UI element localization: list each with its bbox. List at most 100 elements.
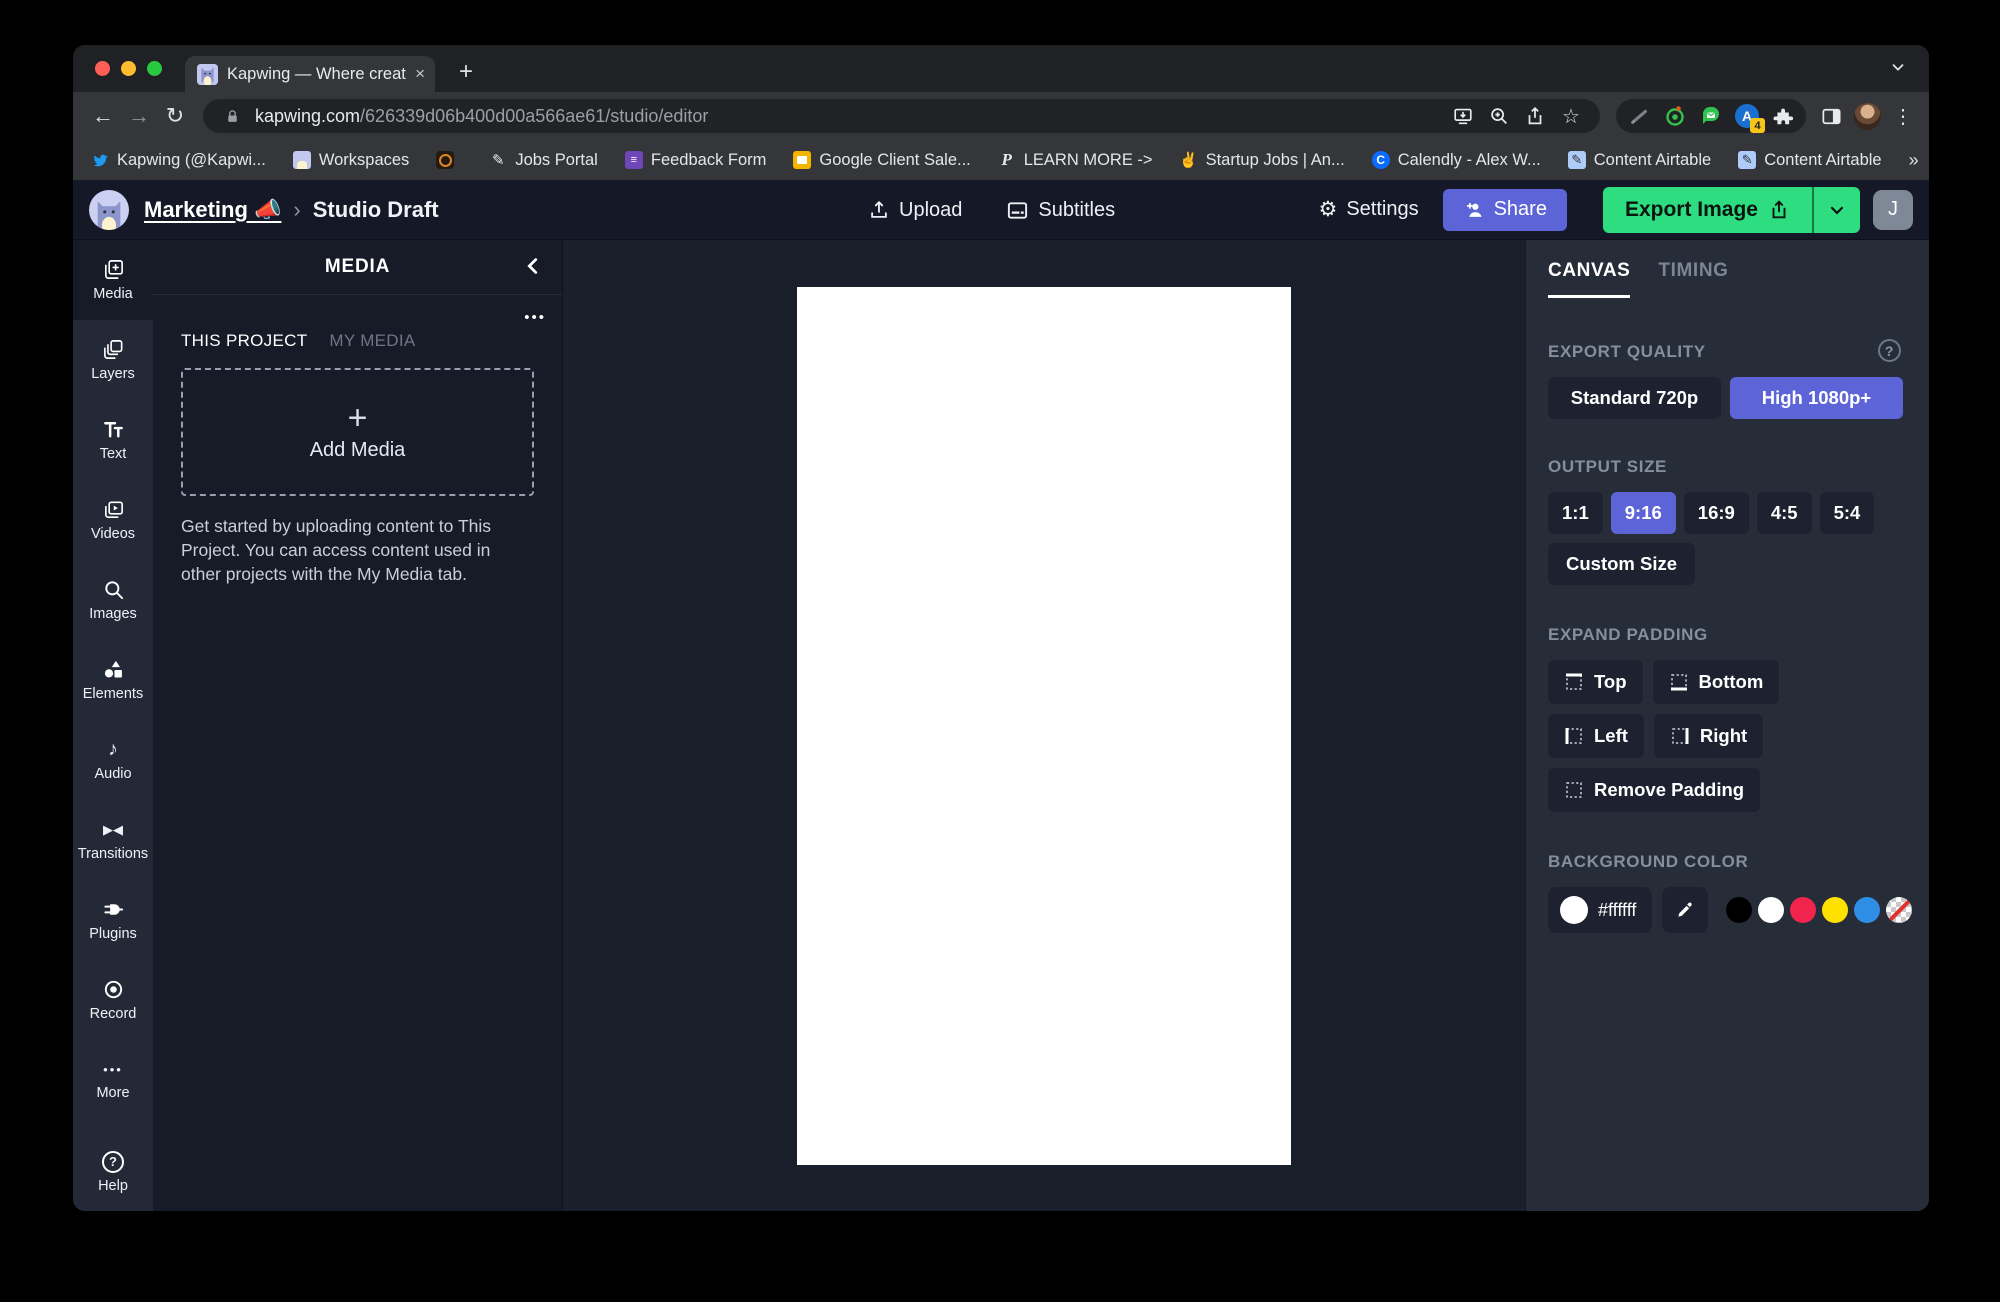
settings-button[interactable]: ⚙ Settings bbox=[1318, 197, 1418, 222]
padding-bottom-button[interactable]: Bottom bbox=[1653, 660, 1780, 704]
padding-left-label: Left bbox=[1594, 725, 1628, 747]
breadcrumb-workspace-link[interactable]: Marketing 📣 bbox=[144, 197, 281, 223]
sidebar-item-elements[interactable]: Elements bbox=[73, 640, 153, 720]
bookmark-item[interactable]: Workspaces bbox=[293, 151, 409, 170]
url-path: /626339d06b400d00a566ae61/studio/editor bbox=[360, 106, 708, 126]
bookmark-item[interactable]: Kapwing (@Kapwi... bbox=[91, 151, 266, 170]
kapwing-logo[interactable] bbox=[89, 190, 129, 230]
color-hex-button[interactable]: #ffffff bbox=[1548, 887, 1652, 933]
ratio-5-4-button[interactable]: 5:4 bbox=[1820, 492, 1875, 534]
sidebar-item-record[interactable]: Record bbox=[73, 960, 153, 1040]
sidebar-item-label: Audio bbox=[94, 766, 131, 782]
collapse-panel-icon[interactable] bbox=[522, 255, 544, 282]
share-page-icon[interactable] bbox=[1522, 103, 1548, 129]
bookmark-label: LEARN MORE -> bbox=[1024, 151, 1153, 170]
quality-standard-button[interactable]: Standard 720p bbox=[1548, 377, 1721, 419]
output-size-label: OUTPUT SIZE bbox=[1548, 457, 1903, 477]
forward-icon[interactable]: → bbox=[123, 100, 155, 132]
zoom-page-icon[interactable] bbox=[1486, 103, 1512, 129]
bookmarks-overflow-icon[interactable]: » bbox=[1909, 150, 1919, 171]
bookmark-item[interactable]: Google Client Sale... bbox=[793, 151, 970, 170]
pencil-extension-icon[interactable] bbox=[1626, 103, 1652, 129]
bookmark-label: Workspaces bbox=[319, 151, 409, 170]
sidebar-item-media[interactable]: Media bbox=[73, 240, 153, 320]
swatch-black[interactable] bbox=[1726, 897, 1752, 923]
canvas[interactable] bbox=[797, 287, 1291, 1165]
extensions-group: A 4 bbox=[1616, 99, 1806, 133]
bookmark-item[interactable]: ≡ Feedback Form bbox=[625, 151, 767, 170]
address-bar[interactable]: kapwing.com/626339d06b400d00a566ae61/stu… bbox=[203, 99, 1600, 133]
media-options-icon[interactable]: ••• bbox=[524, 309, 546, 326]
tab-this-project[interactable]: THIS PROJECT bbox=[181, 331, 307, 351]
ratio-9-16-button[interactable]: 9:16 bbox=[1611, 492, 1676, 534]
a-extension-icon[interactable]: A 4 bbox=[1734, 103, 1760, 129]
quality-help-icon[interactable]: ? bbox=[1878, 339, 1901, 362]
padding-left-button[interactable]: Left bbox=[1548, 714, 1644, 758]
tab-search-chevron-icon[interactable] bbox=[1889, 58, 1907, 81]
breadcrumb-project-title[interactable]: Studio Draft bbox=[313, 197, 439, 223]
sidebar-item-videos[interactable]: Videos bbox=[73, 480, 153, 560]
minimize-window-button[interactable] bbox=[121, 61, 136, 76]
subtitles-label: Subtitles bbox=[1038, 199, 1115, 222]
sidebar-item-layers[interactable]: Layers bbox=[73, 320, 153, 400]
sidebar-item-plugins[interactable]: Plugins bbox=[73, 880, 153, 960]
add-media-dropzone[interactable]: + Add Media bbox=[181, 368, 534, 496]
desktop: Kapwing — Where creators brin × + ← → ↻ … bbox=[0, 0, 2000, 1302]
sidebar-item-label: Plugins bbox=[89, 926, 137, 942]
reload-icon[interactable]: ↻ bbox=[159, 100, 191, 132]
padding-right-button[interactable]: Right bbox=[1654, 714, 1763, 758]
target-extension-icon[interactable] bbox=[1662, 103, 1688, 129]
swatch-white[interactable] bbox=[1758, 897, 1784, 923]
install-app-icon[interactable] bbox=[1450, 103, 1476, 129]
fullscreen-window-button[interactable] bbox=[147, 61, 162, 76]
bookmark-item[interactable]: C Calendly - Alex W... bbox=[1372, 151, 1541, 170]
tab-my-media[interactable]: MY MEDIA bbox=[329, 331, 415, 351]
padding-top-button[interactable]: Top bbox=[1548, 660, 1643, 704]
user-avatar[interactable]: J bbox=[1873, 190, 1913, 230]
browser-tab[interactable]: Kapwing — Where creators brin × bbox=[185, 56, 435, 92]
sidebar-item-images[interactable]: Images bbox=[73, 560, 153, 640]
sidebar-item-help[interactable]: ? Help bbox=[73, 1133, 153, 1211]
subtitles-button[interactable]: Subtitles bbox=[1006, 199, 1115, 222]
bookmark-star-icon[interactable]: ☆ bbox=[1558, 103, 1584, 129]
chat-extension-icon[interactable] bbox=[1698, 103, 1724, 129]
bookmark-item[interactable]: ✎ Content Airtable bbox=[1568, 151, 1711, 170]
ratio-4-5-button[interactable]: 4:5 bbox=[1757, 492, 1812, 534]
swatch-blue[interactable] bbox=[1854, 897, 1880, 923]
media-panel-description: Get started by uploading content to This… bbox=[181, 514, 534, 586]
puzzle-extensions-icon[interactable] bbox=[1770, 103, 1796, 129]
close-window-button[interactable] bbox=[95, 61, 110, 76]
quality-high-button[interactable]: High 1080p+ bbox=[1730, 377, 1903, 419]
back-icon[interactable]: ← bbox=[87, 100, 119, 132]
swatch-transparent[interactable] bbox=[1886, 897, 1912, 923]
new-tab-button[interactable]: + bbox=[451, 57, 481, 87]
export-options-chevron[interactable] bbox=[1812, 187, 1860, 233]
tab-close-icon[interactable]: × bbox=[415, 64, 425, 84]
sidebar-item-audio[interactable]: ♪ Audio bbox=[73, 720, 153, 800]
browser-menu-icon[interactable]: ⋮ bbox=[1891, 104, 1915, 129]
bookmark-item[interactable] bbox=[436, 151, 462, 169]
ratio-1-1-button[interactable]: 1:1 bbox=[1548, 492, 1603, 534]
tab-canvas[interactable]: CANVAS bbox=[1548, 260, 1630, 298]
browser-profile-avatar[interactable] bbox=[1854, 103, 1881, 130]
extension-badge: 4 bbox=[1750, 118, 1765, 133]
bookmark-item[interactable]: ✎ Content Airtable bbox=[1738, 151, 1881, 170]
custom-size-button[interactable]: Custom Size bbox=[1548, 543, 1695, 585]
sidebar-item-text[interactable]: Text bbox=[73, 400, 153, 480]
tab-timing[interactable]: TIMING bbox=[1658, 260, 1728, 298]
bookmark-item[interactable]: ✌ Startup Jobs | An... bbox=[1180, 151, 1345, 170]
eyedropper-button[interactable] bbox=[1662, 887, 1708, 933]
share-button[interactable]: Share bbox=[1443, 189, 1567, 231]
sidebar-item-transitions[interactable]: ▶◀ Transitions bbox=[73, 800, 153, 880]
bookmark-item[interactable]: ✎ Jobs Portal bbox=[489, 151, 598, 170]
remove-padding-button[interactable]: Remove Padding bbox=[1548, 768, 1760, 812]
background-color-label: BACKGROUND COLOR bbox=[1548, 852, 1903, 872]
swatch-yellow[interactable] bbox=[1822, 897, 1848, 923]
side-panel-icon[interactable] bbox=[1818, 103, 1844, 129]
upload-button[interactable]: Upload bbox=[868, 199, 962, 222]
swatch-red[interactable] bbox=[1790, 897, 1816, 923]
sidebar-item-more[interactable]: ••• More bbox=[73, 1040, 153, 1120]
bookmark-item[interactable]: P LEARN MORE -> bbox=[998, 151, 1153, 170]
ratio-16-9-button[interactable]: 16:9 bbox=[1684, 492, 1749, 534]
export-image-button[interactable]: Export Image bbox=[1603, 187, 1812, 233]
